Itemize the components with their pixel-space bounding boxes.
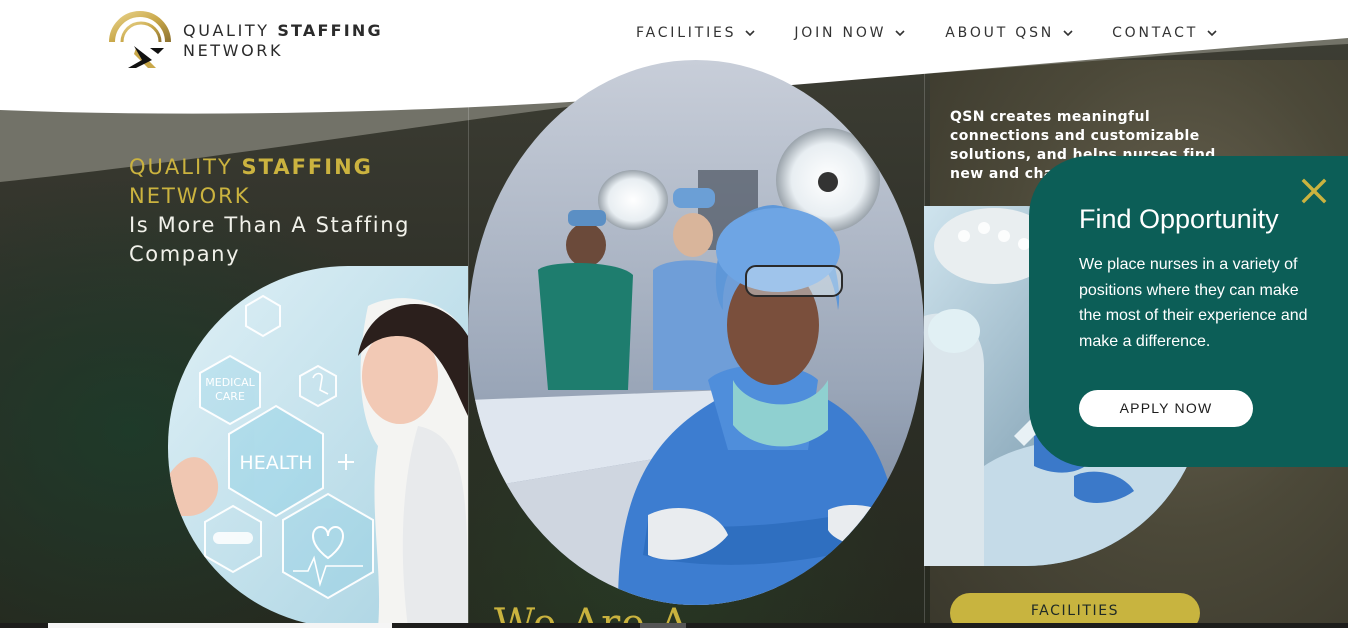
bottom-strip <box>0 623 1348 628</box>
brand-line1-regular: QUALITY <box>183 21 270 40</box>
chevron-down-icon <box>895 30 905 37</box>
hero-subtitle-line2: Company <box>129 242 241 266</box>
nav-item-label: ABOUT QSN <box>945 25 1055 41</box>
hero-subtitle-line1: Is More Than A Staffing <box>129 213 411 237</box>
nav-item-join-now[interactable]: JOIN NOW <box>794 24 906 42</box>
brand-line1-bold: STAFFING <box>277 21 383 40</box>
popup-body: We place nurses in a variety of position… <box>1079 256 1308 350</box>
main-nav: FACILITIES JOIN NOW ABOUT QSN CONTACT <box>636 24 1218 42</box>
nav-item-label: JOIN NOW <box>794 25 887 41</box>
nav-item-facilities[interactable]: FACILITIES <box>636 24 756 42</box>
hero-title-bold: STAFFING <box>241 155 373 179</box>
health-panel-label-care: CARE <box>215 390 245 403</box>
brand-wordmark[interactable]: QUALITY STAFFING NETWORK <box>183 21 383 61</box>
nav-item-contact[interactable]: CONTACT <box>1112 24 1218 42</box>
chevron-down-icon <box>1207 30 1217 37</box>
apply-now-button[interactable]: APPLY NOW <box>1079 390 1253 427</box>
bottom-strip-segment <box>48 623 392 628</box>
hero-title: QUALITY STAFFING NETWORK Is More Than A … <box>129 153 449 269</box>
hero-title-regular: QUALITY <box>129 155 233 179</box>
qsn-logo-icon[interactable] <box>106 8 178 70</box>
health-panel-label-health: HEALTH <box>239 452 312 474</box>
close-icon[interactable] <box>1300 177 1328 205</box>
bottom-strip-segment <box>640 623 686 628</box>
popup-title: Find Opportunity <box>1079 204 1279 234</box>
nav-item-label: FACILITIES <box>636 25 737 41</box>
chevron-down-icon <box>745 30 755 37</box>
brand-line2: NETWORK <box>183 41 284 60</box>
operating-room-illustration <box>468 60 924 605</box>
nav-item-label: CONTACT <box>1112 25 1199 41</box>
chevron-down-icon <box>1063 30 1073 37</box>
health-panel-label-medical: MEDICAL <box>205 376 255 389</box>
nav-item-about-qsn[interactable]: ABOUT QSN <box>945 24 1074 42</box>
surgeon-portrait-image <box>468 60 924 605</box>
hero-title-line2: NETWORK <box>129 184 251 208</box>
